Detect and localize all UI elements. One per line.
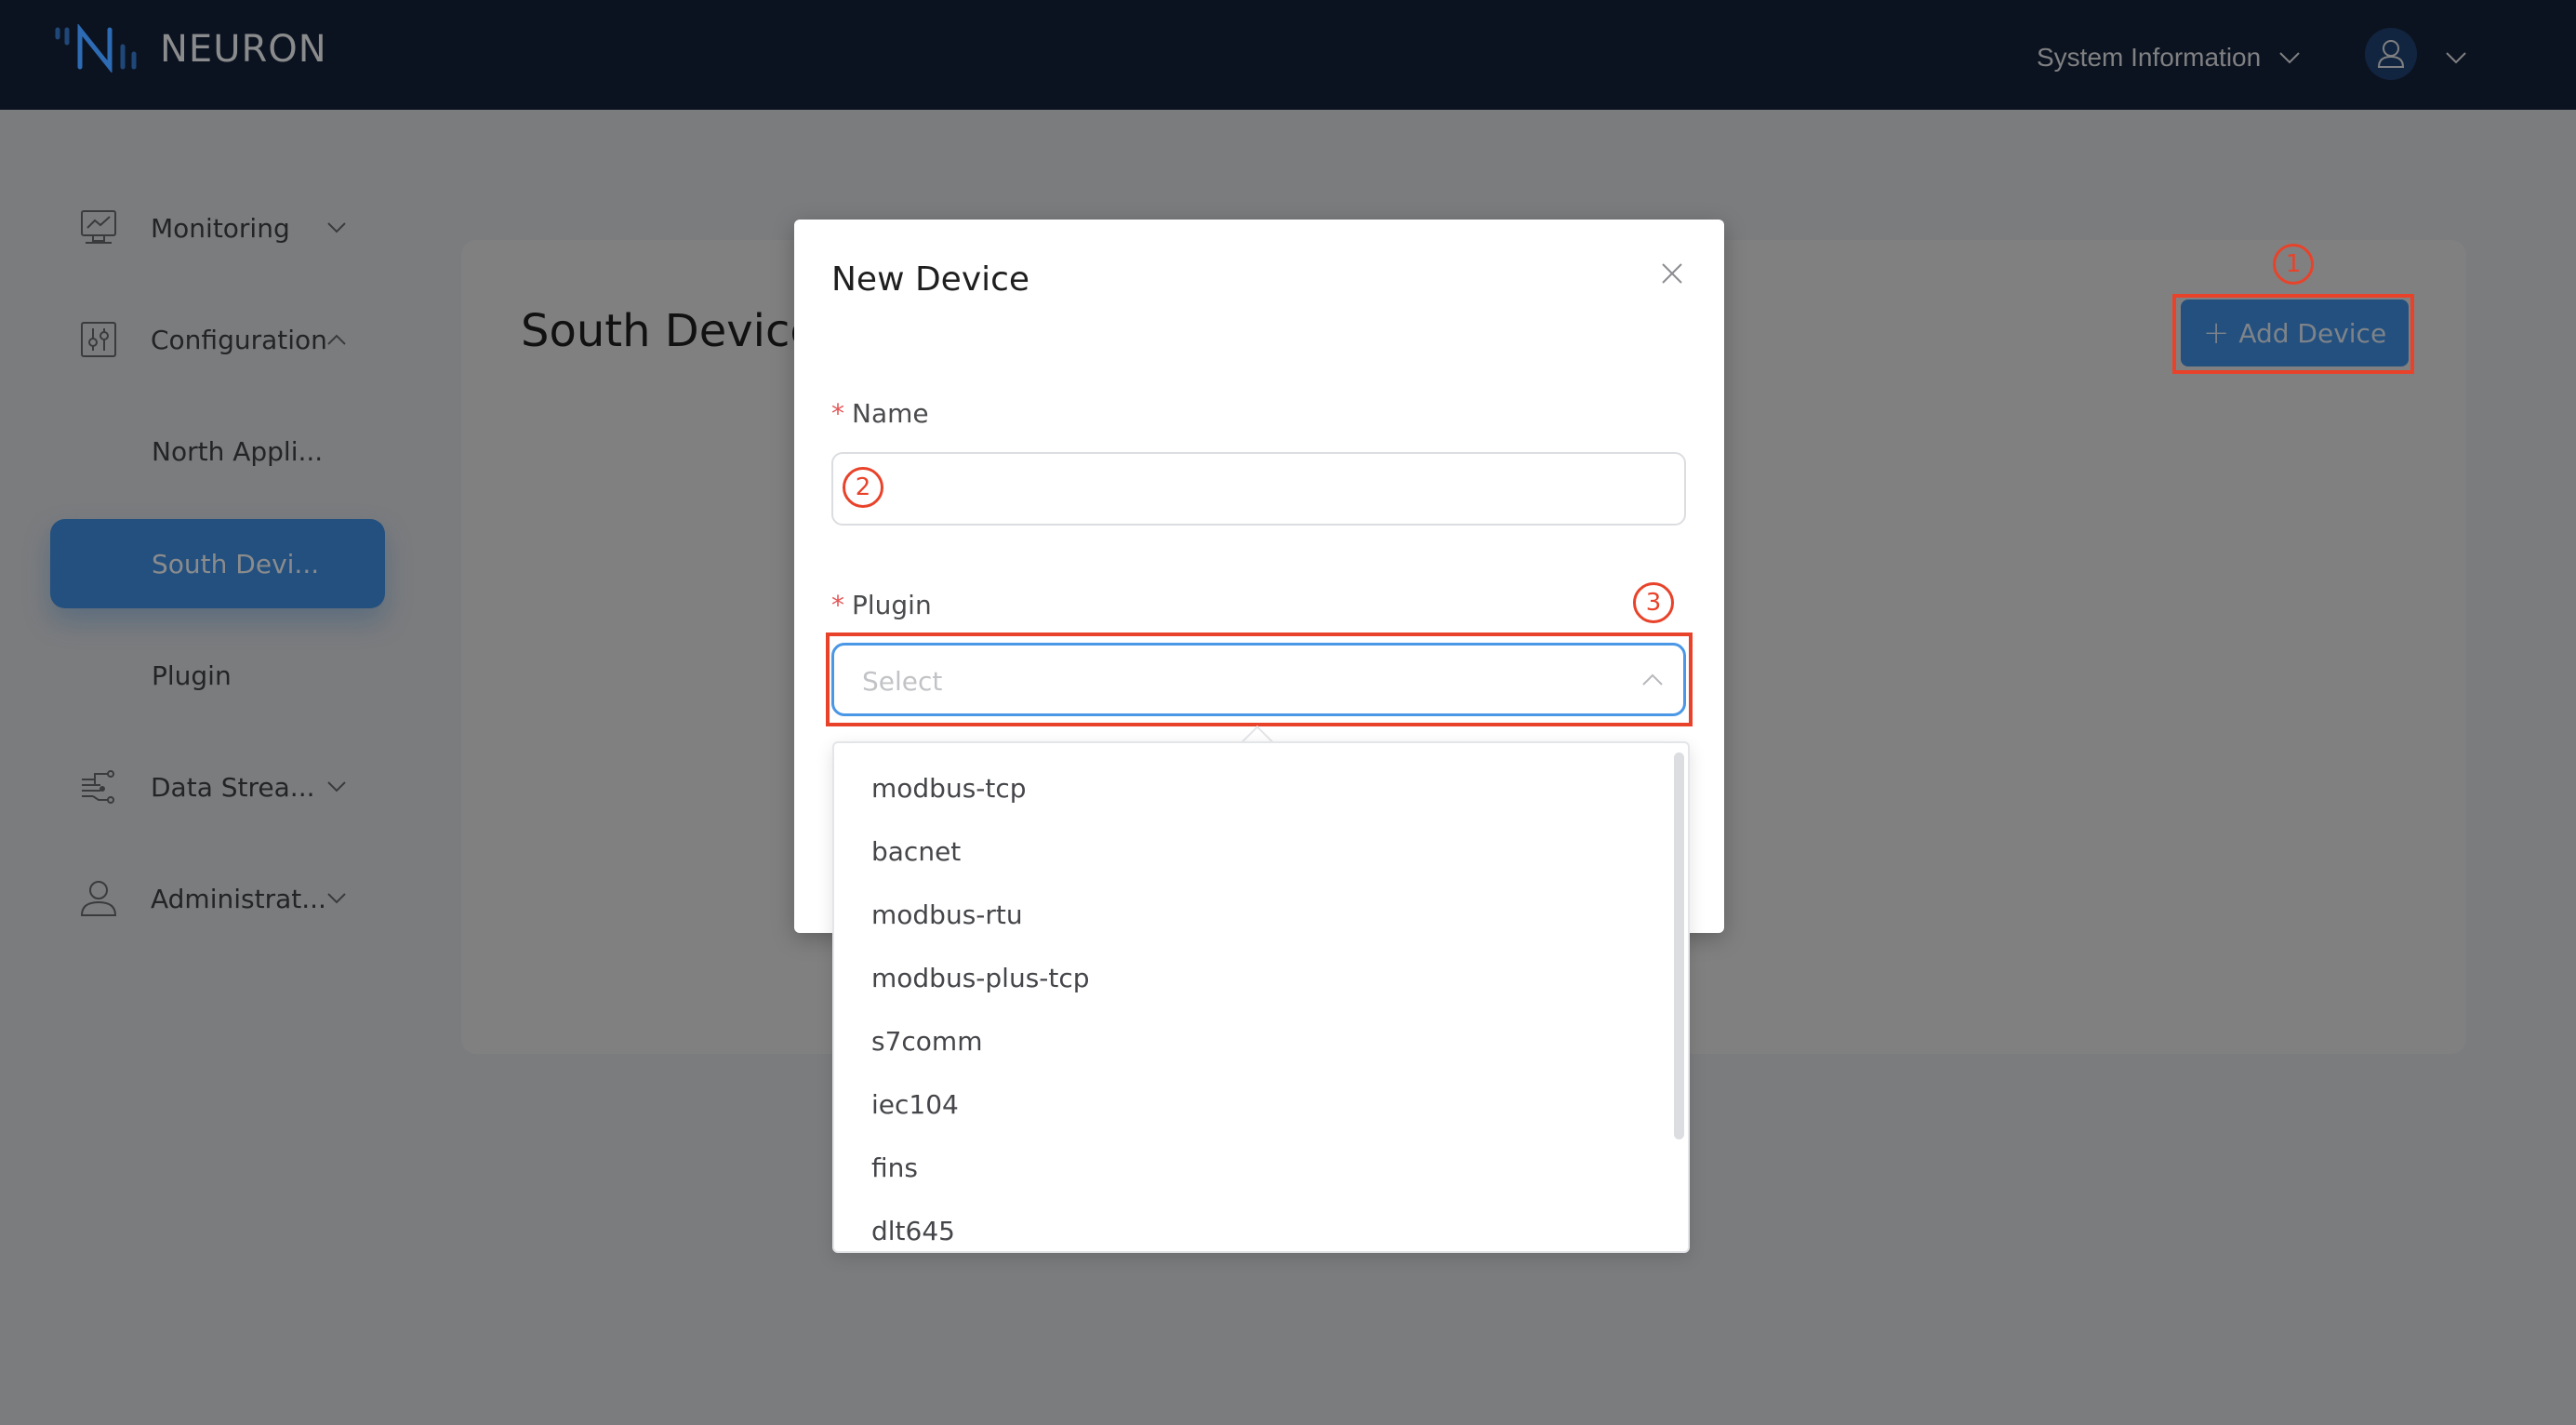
sidebar-item-plugin[interactable]: Plugin [0,638,391,712]
sidebar-item-label: Configuration [151,324,327,355]
plugin-select[interactable]: Select [831,643,1686,716]
plugin-option[interactable]: fins [834,1136,1662,1199]
annotation-step-1: 1 [2273,244,2314,285]
monitor-chart-icon [81,210,116,244]
name-label-text: Name [852,398,929,429]
plugin-label-text: Plugin [852,590,932,620]
plugin-option[interactable]: dlt645 [834,1199,1662,1251]
brand-name: NEURON [160,28,327,71]
annotation-step-3: 3 [1633,582,1674,623]
plus-icon: + [2202,314,2230,352]
user-icon [80,881,117,916]
sidebar-item-north-apps[interactable]: North Appli... [0,414,391,488]
plugin-dropdown-list: modbus-tcp bacnet modbus-rtu modbus-plus… [832,741,1690,1253]
dropdown-scrollbar[interactable] [1674,752,1684,1139]
plugin-option[interactable]: modbus-tcp [834,756,1662,819]
chevron-down-icon [327,781,346,792]
sidebar-item-configuration[interactable]: Configuration [0,302,391,377]
name-input[interactable] [831,452,1686,526]
sidebar-item-label: Data Strea... [151,771,315,803]
name-field-label: * Name [831,398,929,429]
sidebar-item-south-devices[interactable]: South Devi... [50,519,385,608]
sidebar-item-label: Monitoring [151,212,290,244]
user-icon [2377,40,2405,68]
data-stream-icon [82,770,114,804]
neuron-logo-icon [55,24,137,73]
plugin-field-label: * Plugin [831,590,932,620]
add-device-button[interactable]: + Add Device [2181,300,2409,366]
chevron-up-icon [1642,673,1663,686]
sidebar-item-label: North Appli... [152,435,324,467]
plugin-select-placeholder: Select [862,666,943,697]
sidebar-item-administration[interactable]: Administrat... [0,861,391,936]
add-device-label: Add Device [2238,317,2387,349]
plugin-option[interactable]: s7comm [834,1009,1662,1072]
system-information-menu[interactable]: System Information [2037,43,2300,73]
system-information-label: System Information [2037,43,2262,72]
top-navbar: NEURON System Information [0,0,2576,110]
chevron-down-icon [327,222,346,233]
sidebar-item-data-stream[interactable]: Data Strea... [0,750,391,824]
plugin-option[interactable]: modbus-plus-tcp [834,946,1662,1009]
sidebar-item-label: South Devi... [152,548,320,579]
annotation-step-2: 2 [843,467,883,508]
chevron-down-icon [327,893,346,904]
required-mark: * [831,398,844,429]
user-menu-chevron-icon[interactable] [2446,51,2466,64]
modal-title: New Device [831,260,1030,299]
plugin-option[interactable]: bacnet [834,819,1662,883]
sliders-icon [81,322,116,357]
sidebar-item-label: Administrat... [151,883,326,914]
sidebar-item-monitoring[interactable]: Monitoring [0,191,391,265]
plugin-option[interactable]: modbus-rtu [834,883,1662,946]
page-title: South Device [521,305,817,357]
chevron-down-icon [2279,52,2300,64]
required-mark: * [831,590,844,620]
plugin-option[interactable]: iec104 [834,1072,1662,1136]
sidebar-item-label: Plugin [152,659,232,691]
chevron-up-icon [327,334,346,345]
user-avatar[interactable] [2365,28,2417,80]
close-icon[interactable] [1659,260,1685,286]
